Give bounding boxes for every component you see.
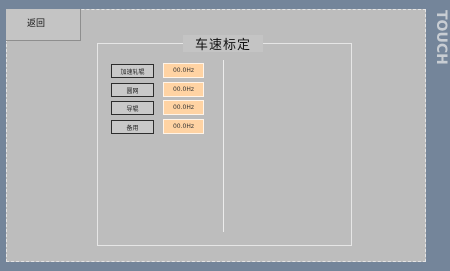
- back-button-label: 返回: [26, 19, 45, 29]
- speed-value-field[interactable]: 00.0Hz: [163, 63, 204, 78]
- row-label[interactable]: 备用: [111, 120, 154, 134]
- row-label[interactable]: 导辊: [111, 101, 154, 115]
- speed-value-field[interactable]: 00.0Hz: [163, 82, 204, 97]
- speed-value-field[interactable]: 00.0Hz: [163, 100, 204, 115]
- panel-divider: [223, 60, 224, 232]
- speed-value-field[interactable]: 00.0Hz: [163, 119, 204, 134]
- touch-label: TOUCH: [433, 10, 449, 65]
- row-label[interactable]: 加速轧辊: [111, 64, 154, 78]
- back-button[interactable]: 返回: [6, 9, 81, 41]
- row-label[interactable]: 圆网: [111, 83, 154, 97]
- page-title: 车速标定: [183, 35, 263, 53]
